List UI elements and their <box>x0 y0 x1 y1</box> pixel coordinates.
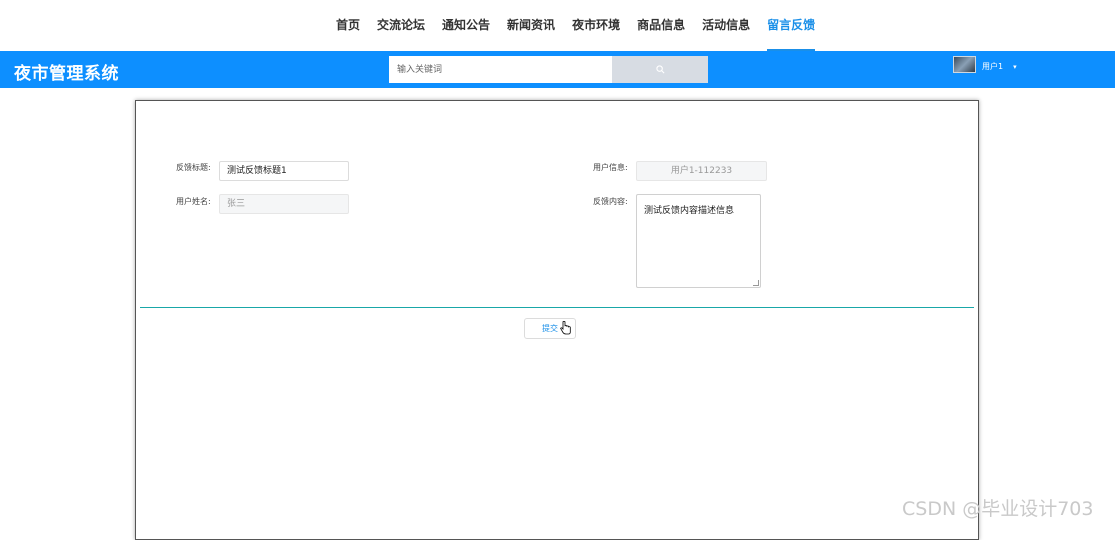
content-label: 反馈内容: <box>593 197 628 206</box>
nav-item-forum[interactable]: 交流论坛 <box>377 18 425 51</box>
form-divider <box>140 307 974 308</box>
nav-links: 首页 交流论坛 通知公告 新闻资讯 夜市环境 商品信息 活动信息 留言反馈 <box>336 18 832 51</box>
search-button[interactable] <box>612 56 708 83</box>
name-input: 张三 <box>219 194 349 214</box>
search-input[interactable] <box>389 56 612 83</box>
nav-item-activities[interactable]: 活动信息 <box>702 18 750 51</box>
nav-item-home[interactable]: 首页 <box>336 18 360 51</box>
site-brand: 夜市管理系统 <box>14 64 119 84</box>
username: 用户1 <box>982 62 1004 71</box>
hand-cursor-icon <box>560 320 571 339</box>
nav-item-news[interactable]: 新闻资讯 <box>507 18 555 51</box>
title-input[interactable]: 测试反馈标题1 <box>219 161 349 181</box>
nav-item-environment[interactable]: 夜市环境 <box>572 18 620 51</box>
content-text: 测试反馈内容描述信息 <box>644 206 735 216</box>
user-info-input: 用户1-112233 <box>636 161 767 181</box>
nav-item-notices[interactable]: 通知公告 <box>442 18 490 51</box>
user-menu[interactable]: 用户1 ▾ <box>953 56 1017 73</box>
header-bar: 夜市管理系统 用户1 ▾ <box>0 51 1115 88</box>
name-label: 用户姓名: <box>176 197 211 206</box>
resize-handle[interactable] <box>753 280 759 286</box>
feedback-form-panel: 反馈标题: 测试反馈标题1 用户姓名: 张三 用户信息: 用户1-112233 … <box>135 100 979 540</box>
content-textarea[interactable]: 测试反馈内容描述信息 <box>636 194 761 288</box>
avatar <box>953 56 976 73</box>
watermark: CSDN @毕业设计703 <box>902 498 1094 520</box>
nav-item-products[interactable]: 商品信息 <box>637 18 685 51</box>
title-label: 反馈标题: <box>176 163 211 172</box>
chevron-down-icon: ▾ <box>1013 62 1017 71</box>
top-navigation: 首页 交流论坛 通知公告 新闻资讯 夜市环境 商品信息 活动信息 留言反馈 <box>0 0 1115 51</box>
nav-item-feedback[interactable]: 留言反馈 <box>767 18 816 51</box>
user-info-label: 用户信息: <box>593 163 628 172</box>
search-icon <box>655 62 665 77</box>
